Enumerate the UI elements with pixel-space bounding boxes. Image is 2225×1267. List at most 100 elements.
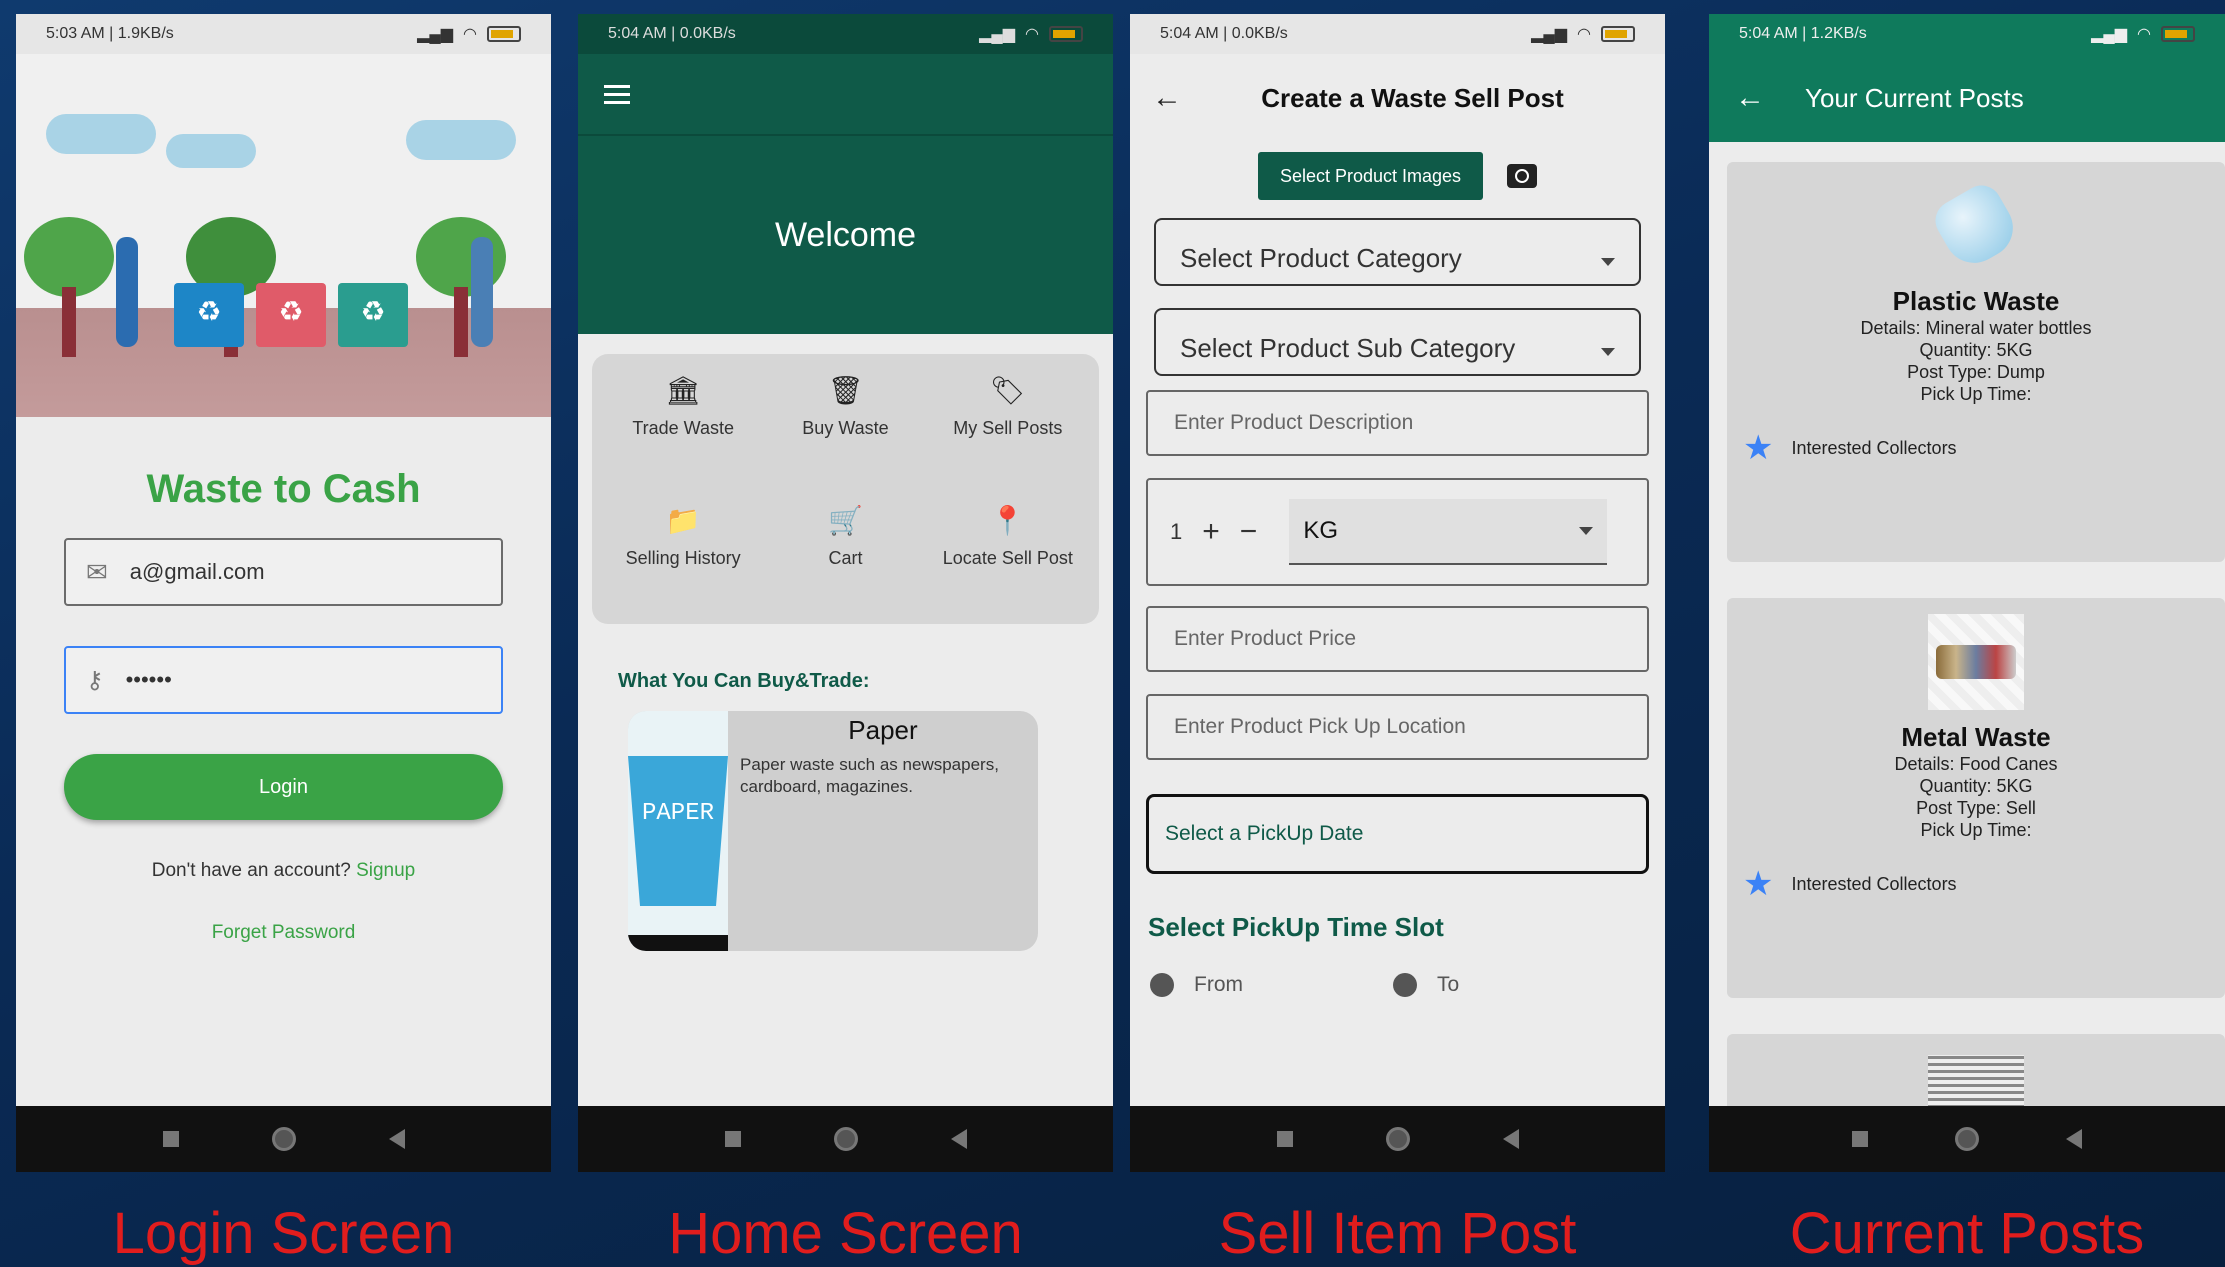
menu-item-buy-waste[interactable]: 🗑 Buy Waste (764, 374, 926, 474)
tag-icon: 🏷 (990, 375, 1026, 406)
app-bar (578, 54, 1113, 134)
status-bar: 5:04 AM | 0.0KB/s ▂▄▆ ◠ (1130, 14, 1665, 54)
battery-icon (1049, 26, 1083, 42)
recents-icon[interactable] (162, 1131, 179, 1147)
post-card[interactable]: Metal Waste Details: Food Canes Quantity… (1727, 598, 2225, 998)
home-screen: 5:04 AM | 0.0KB/s ▂▄▆ ◠ Welcome 🏛 Trade W… (578, 14, 1113, 1172)
menu-icon[interactable] (604, 84, 630, 104)
password-field[interactable]: ⚷ •••••• (64, 646, 503, 714)
battery-icon (2161, 26, 2195, 42)
dropdown-arrow-icon (1579, 527, 1594, 535)
forget-password-link[interactable]: Forget Password (16, 922, 551, 944)
wifi-icon: ◠ (463, 26, 477, 43)
subcategory-dropdown[interactable]: Select Product Sub Category (1154, 308, 1641, 376)
plus-icon[interactable]: + (1202, 515, 1220, 549)
wifi-icon: ◠ (1577, 26, 1591, 43)
pickup-location-input[interactable]: Enter Product Pick Up Location (1146, 694, 1649, 760)
caption-login: Login Screen (112, 1201, 455, 1266)
recents-icon[interactable] (1852, 1131, 1869, 1147)
star-icon: ★ (1743, 865, 1774, 903)
select-images-button[interactable]: Select Product Images (1257, 152, 1484, 200)
signup-link[interactable]: Signup (356, 860, 415, 881)
back-icon[interactable] (950, 1129, 967, 1149)
home-icon[interactable] (1954, 1127, 1979, 1151)
home-icon[interactable] (833, 1127, 858, 1151)
category-dropdown[interactable]: Select Product Category (1154, 218, 1641, 286)
key-icon: ⚷ (86, 666, 104, 694)
app-bar: ← Your Current Posts (1709, 54, 2225, 142)
login-screen: 5:03 AM | 1.9KB/s ▂▄▆ ◠ Waste to Cash ✉ a… (16, 14, 551, 1172)
android-nav-bar (1130, 1106, 1665, 1172)
unit-dropdown[interactable]: KG (1289, 499, 1608, 565)
star-icon: ★ (1743, 429, 1774, 467)
plastic-bottles-image (1928, 178, 2024, 274)
android-nav-bar (1709, 1106, 2225, 1172)
quantity-value: 1 (1170, 519, 1183, 544)
email-field[interactable]: ✉ a@gmail.com (64, 538, 503, 606)
home-icon[interactable] (271, 1127, 296, 1151)
home-icon[interactable] (1385, 1127, 1410, 1151)
minus-icon[interactable]: − (1240, 515, 1258, 549)
back-arrow-icon[interactable]: ← (1152, 81, 1182, 115)
quantity-stepper: 1 + − KG (1146, 478, 1649, 586)
back-arrow-icon[interactable]: ← (1735, 81, 1765, 115)
product-card-paper[interactable]: PAPER Paper Paper waste such as newspape… (628, 711, 1038, 951)
dropdown-arrow-icon (1601, 348, 1615, 356)
camera-icon[interactable] (1507, 164, 1538, 188)
menu-item-my-sell-posts[interactable]: 🏷 My Sell Posts (927, 374, 1089, 474)
recycling-illustration (16, 54, 551, 417)
battery-icon (1601, 26, 1635, 42)
action-menu: 🏛 Trade Waste 🗑 Buy Waste 🏷 My Sell Post… (592, 354, 1099, 624)
page-title: Create a Waste Sell Post (1261, 82, 1564, 113)
dropdown-arrow-icon (1601, 258, 1615, 266)
time-slot-title: Select PickUp Time Slot (1148, 912, 1444, 942)
signal-icon: ▂▄▆ (979, 26, 1016, 43)
back-icon[interactable] (2065, 1129, 2082, 1149)
interested-collectors-button[interactable]: ★ Interested Collectors (1727, 841, 2225, 901)
menu-item-trade-waste[interactable]: 🏛 Trade Waste (602, 374, 764, 474)
recents-icon[interactable] (1276, 1131, 1293, 1147)
metal-cans-image (1928, 614, 2024, 710)
caption-home: Home Screen (668, 1201, 1023, 1266)
location-pin-icon: 📍 (990, 505, 1026, 536)
signup-prompt: Don't have an account? Signup (151, 860, 416, 881)
status-time: 5:04 AM | 1.2KB/s (1739, 25, 1867, 42)
cart-icon: 🛒 (828, 505, 863, 536)
wifi-icon: ◠ (1025, 26, 1039, 43)
description-input[interactable]: Enter Product Description (1146, 390, 1649, 456)
login-button[interactable]: Login (64, 754, 503, 820)
trash-icon: 🗑 (827, 375, 864, 406)
back-icon[interactable] (388, 1129, 405, 1149)
status-time: 5:04 AM | 0.0KB/s (608, 25, 736, 42)
menu-item-selling-history[interactable]: 📁 Selling History (602, 504, 764, 604)
back-icon[interactable] (1502, 1129, 1519, 1149)
android-nav-bar (16, 1106, 551, 1172)
signal-icon: ▂▄▆ (1531, 26, 1568, 43)
page-title: Your Current Posts (1805, 82, 2024, 113)
interested-collectors-button[interactable]: ★ Interested Collectors (1727, 405, 2225, 465)
android-nav-bar (578, 1106, 1113, 1172)
menu-item-cart[interactable]: 🛒 Cart (764, 504, 926, 604)
from-time-picker[interactable]: From (1150, 973, 1243, 997)
menu-item-locate-sell-post[interactable]: 📍 Locate Sell Post (927, 504, 1089, 604)
signal-icon: ▂▄▆ (2091, 26, 2128, 43)
status-bar: 5:04 AM | 0.0KB/s ▂▄▆ ◠ (578, 14, 1113, 54)
page-header: Create a Waste Sell Post ← (1130, 54, 1665, 142)
post-card[interactable]: Plastic Waste Details: Mineral water bot… (1727, 162, 2225, 562)
signal-icon: ▂▄▆ (417, 26, 454, 43)
app-title: Waste to Cash (146, 467, 421, 511)
status-bar: 5:04 AM | 1.2KB/s ▂▄▆ ◠ (1709, 14, 2225, 54)
paper-bin-image: PAPER (628, 711, 728, 951)
current-posts-screen: 5:04 AM | 1.2KB/s ▂▄▆ ◠ ← Your Current Po… (1709, 14, 2225, 1172)
caption-posts: Current Posts (1789, 1201, 2145, 1266)
section-label: What You Can Buy&Trade: (618, 670, 870, 692)
status-time: 5:03 AM | 1.9KB/s (46, 25, 174, 42)
pickup-date-button[interactable]: Select a PickUp Date (1146, 794, 1649, 874)
status-bar: 5:03 AM | 1.9KB/s ▂▄▆ ◠ (16, 14, 551, 54)
email-value: a@gmail.com (129, 559, 265, 584)
to-time-picker[interactable]: To (1393, 973, 1459, 997)
price-input[interactable]: Enter Product Price (1146, 606, 1649, 672)
welcome-banner: Welcome (578, 134, 1113, 334)
product-title: Paper (848, 715, 918, 745)
recents-icon[interactable] (724, 1131, 741, 1147)
